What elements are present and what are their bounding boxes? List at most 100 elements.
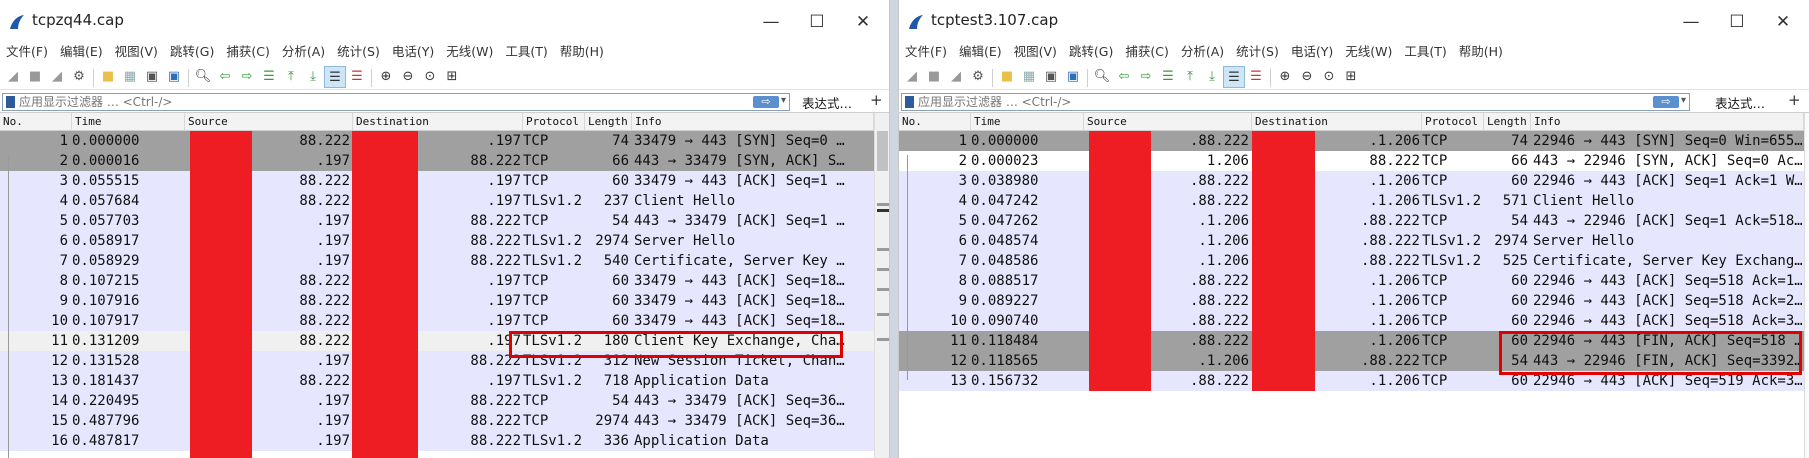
- zoom-normal-icon[interactable]: ⊙: [419, 66, 441, 88]
- autoscroll-icon[interactable]: ☰: [1223, 66, 1245, 88]
- save-file-icon[interactable]: ▦: [1018, 66, 1040, 88]
- zoom-out-icon[interactable]: ⊖: [397, 66, 419, 88]
- first-packet-icon[interactable]: ⤒: [1179, 66, 1201, 88]
- last-packet-icon[interactable]: ⤓: [1201, 66, 1223, 88]
- resize-columns-icon[interactable]: ⊞: [441, 66, 463, 88]
- menu-edit[interactable]: 编辑(E): [953, 40, 1008, 64]
- menu-file[interactable]: 文件(F): [899, 40, 953, 64]
- add-filter-button[interactable]: +: [1788, 91, 1801, 109]
- capture-options-icon[interactable]: ⚙: [967, 66, 989, 88]
- menu-go[interactable]: 跳转(G): [164, 40, 220, 64]
- expression-button[interactable]: 表达式…: [802, 93, 852, 112]
- filter-history-dropdown[interactable]: ▾: [781, 95, 786, 106]
- col-length[interactable]: Length: [585, 113, 632, 131]
- menu-capture[interactable]: 捕获(C): [1119, 40, 1174, 64]
- packet-list-scrollbar[interactable]: [874, 113, 889, 458]
- filter-history-dropdown[interactable]: ▾: [1681, 95, 1686, 106]
- table-row[interactable]: 7 0.048586.1.206.88.222 TLSv1.2 525 Certific…: [899, 251, 1804, 271]
- restart-capture-icon[interactable]: ◢: [945, 66, 967, 88]
- go-back-icon[interactable]: ⇦: [214, 66, 236, 88]
- close-button[interactable]: ✕: [843, 6, 883, 38]
- find-packet-icon[interactable]: 🔍︎: [192, 66, 214, 88]
- table-row[interactable]: 1 0.000000.88.222.1.206 TCP 74 22946 → 443 […: [899, 131, 1804, 151]
- add-filter-button[interactable]: +: [870, 91, 883, 109]
- table-row[interactable]: 14 0.220495.197 88.222 TCP 54 443 → 33479 [AC…: [0, 391, 874, 411]
- table-row[interactable]: 10 0.107917 88.222.197 TCP 60 33479 → 443 [AC…: [0, 311, 874, 331]
- col-info[interactable]: Info: [632, 113, 874, 131]
- menu-view[interactable]: 视图(V): [1008, 40, 1063, 64]
- menu-go[interactable]: 跳转(G): [1063, 40, 1119, 64]
- menu-capture[interactable]: 捕获(C): [220, 40, 275, 64]
- reload-file-icon[interactable]: ▣: [1062, 66, 1084, 88]
- first-packet-icon[interactable]: ⤒: [280, 66, 302, 88]
- menu-edit[interactable]: 编辑(E): [54, 40, 109, 64]
- stop-capture-icon[interactable]: ■: [24, 66, 46, 88]
- stop-capture-icon[interactable]: ■: [923, 66, 945, 88]
- table-row[interactable]: 3 0.055515 88.222.197 TCP 60 33479 → 443 [ACK…: [0, 171, 874, 191]
- col-time[interactable]: Time: [971, 113, 1084, 131]
- col-protocol[interactable]: Protocol: [1422, 113, 1484, 131]
- close-button[interactable]: ✕: [1763, 6, 1803, 38]
- menu-statistics[interactable]: 统计(S): [331, 40, 386, 64]
- menu-telephony[interactable]: 电话(Y): [1285, 40, 1339, 64]
- expression-button[interactable]: 表达式…: [1715, 93, 1765, 112]
- table-row[interactable]: 11 0.118484.88.222.1.206 TCP 60 22946 → 443 …: [899, 331, 1804, 351]
- col-destination[interactable]: Destination: [353, 113, 523, 131]
- table-row[interactable]: 10 0.090740.88.222.1.206 TCP 60 22946 → 443 …: [899, 311, 1804, 331]
- close-file-icon[interactable]: ▣: [141, 66, 163, 88]
- col-length[interactable]: Length: [1484, 113, 1531, 131]
- display-filter-input[interactable]: [19, 94, 729, 110]
- menu-telephony[interactable]: 电话(Y): [386, 40, 440, 64]
- table-row[interactable]: 12 0.131528.197 88.222 TLSv1.2 312 New Sessio…: [0, 351, 874, 371]
- zoom-normal-icon[interactable]: ⊙: [1318, 66, 1340, 88]
- menu-tools[interactable]: 工具(T): [1398, 40, 1452, 64]
- zoom-in-icon[interactable]: ⊕: [1274, 66, 1296, 88]
- table-row[interactable]: 12 0.118565.1.206.88.222 TCP 54 443 → 22946 …: [899, 351, 1804, 371]
- table-row[interactable]: 6 0.048574.1.206.88.222 TLSv1.2 2974 Server …: [899, 231, 1804, 251]
- find-packet-icon[interactable]: 🔍︎: [1091, 66, 1113, 88]
- table-row[interactable]: 13 0.181437 88.222.197 TLSv1.2 718 Applicatio…: [0, 371, 874, 391]
- bookmark-icon[interactable]: [905, 96, 914, 108]
- go-forward-icon[interactable]: ⇨: [236, 66, 258, 88]
- table-row[interactable]: 4 0.057684 88.222.197 TLSv1.2 237 Client Hell…: [0, 191, 874, 211]
- packet-list-scrollbar[interactable]: [1804, 113, 1809, 458]
- col-destination[interactable]: Destination: [1252, 113, 1422, 131]
- reload-file-icon[interactable]: ▣: [163, 66, 185, 88]
- table-row[interactable]: 8 0.107215 88.222.197 TCP 60 33479 → 443 [ACK…: [0, 271, 874, 291]
- menu-analyze[interactable]: 分析(A): [276, 40, 331, 64]
- table-row[interactable]: 6 0.058917.197 88.222 TLSv1.2 2974 Server Hel…: [0, 231, 874, 251]
- go-forward-icon[interactable]: ⇨: [1135, 66, 1157, 88]
- last-packet-icon[interactable]: ⤓: [302, 66, 324, 88]
- minimize-button[interactable]: —: [751, 6, 791, 38]
- minimize-button[interactable]: —: [1671, 6, 1711, 38]
- table-row[interactable]: 9 0.089227.88.222.1.206 TCP 60 22946 → 443 […: [899, 291, 1804, 311]
- table-row[interactable]: 1 0.000000 88.222.197 TCP 74 33479 → 443 [SYN…: [0, 131, 874, 151]
- apply-filter-button[interactable]: ⇨: [1653, 96, 1679, 108]
- col-source[interactable]: Source: [185, 113, 353, 131]
- go-back-icon[interactable]: ⇦: [1113, 66, 1135, 88]
- colorize-icon[interactable]: ☰: [1245, 66, 1267, 88]
- col-info[interactable]: Info: [1531, 113, 1804, 131]
- table-row[interactable]: 2 0.000023 1.206 88.222 TCP 66 443 → 22946 [SY…: [899, 151, 1804, 171]
- display-filter-input[interactable]: [918, 94, 1628, 110]
- col-time[interactable]: Time: [72, 113, 185, 131]
- title-bar[interactable]: tcptest3.107.cap — ☐ ✕: [899, 0, 1809, 44]
- capture-options-icon[interactable]: ⚙: [68, 66, 90, 88]
- table-row[interactable]: 15 0.487796.197 88.222 TCP 2974 443 → 33479 […: [0, 411, 874, 431]
- close-file-icon[interactable]: ▣: [1040, 66, 1062, 88]
- open-file-icon[interactable]: ■: [996, 66, 1018, 88]
- scrollbar-thumb[interactable]: [877, 131, 888, 171]
- table-row[interactable]: 4 0.047242.88.222.1.206 TLSv1.2 571 Client H…: [899, 191, 1804, 211]
- zoom-out-icon[interactable]: ⊖: [1296, 66, 1318, 88]
- col-no[interactable]: No.: [899, 113, 971, 131]
- restart-capture-icon[interactable]: ◢: [46, 66, 68, 88]
- menu-statistics[interactable]: 统计(S): [1230, 40, 1285, 64]
- menu-wireless[interactable]: 无线(W): [440, 40, 499, 64]
- autoscroll-icon[interactable]: ☰: [324, 66, 346, 88]
- go-to-packet-icon[interactable]: ☰: [1157, 66, 1179, 88]
- apply-filter-button[interactable]: ⇨: [753, 96, 779, 108]
- menu-wireless[interactable]: 无线(W): [1339, 40, 1398, 64]
- menu-analyze[interactable]: 分析(A): [1175, 40, 1230, 64]
- table-row[interactable]: 5 0.047262.1.206.88.222 TCP 54 443 → 22946 […: [899, 211, 1804, 231]
- menu-tools[interactable]: 工具(T): [499, 40, 553, 64]
